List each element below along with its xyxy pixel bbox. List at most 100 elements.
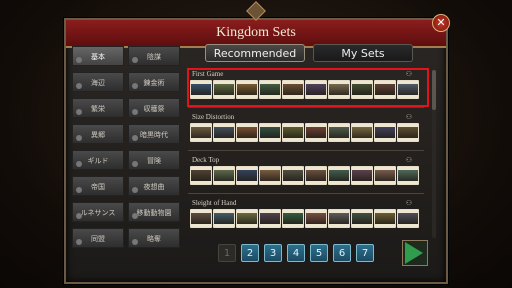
sidebar-item-14[interactable]: 同盟 <box>72 228 124 248</box>
people-icon: ⚇ <box>405 70 412 78</box>
kingdom-card <box>259 123 281 142</box>
page-button-3[interactable]: 3 <box>264 244 282 262</box>
sidebar-item-1[interactable]: 陰謀 <box>128 46 180 66</box>
sidebar-item-12[interactable]: ルネサンス <box>72 202 124 222</box>
divider <box>188 150 424 151</box>
sidebar-item-8[interactable]: ギルド <box>72 150 124 170</box>
kingdom-card <box>397 80 419 99</box>
sidebar-item-label: 収穫祭 <box>143 105 165 113</box>
sidebar-item-label: 錬金術 <box>143 79 165 87</box>
kingdom-card <box>328 166 350 185</box>
sidebar-item-15[interactable]: 略奪 <box>128 228 180 248</box>
kingdom-card <box>282 123 304 142</box>
page-button-7[interactable]: 7 <box>356 244 374 262</box>
lock-icon <box>132 213 138 219</box>
kingdom-set-row[interactable]: Deck Top ⚇ <box>188 154 424 194</box>
lock-icon <box>132 239 138 245</box>
lock-icon <box>76 213 82 219</box>
sidebar-item-label: 基本 <box>91 53 105 61</box>
sidebar-item-7[interactable]: 暗黒時代 <box>128 124 180 144</box>
sidebar-item-label: 陰謀 <box>147 53 161 61</box>
next-arrow-icon <box>405 242 423 264</box>
pagination: 1234567 <box>218 244 374 262</box>
scroll-thumb[interactable] <box>432 70 436 110</box>
kingdom-card <box>190 123 212 142</box>
page-button-6[interactable]: 6 <box>333 244 351 262</box>
kingdom-card <box>305 209 327 228</box>
page-button-2[interactable]: 2 <box>241 244 259 262</box>
kingdom-card <box>328 209 350 228</box>
lock-icon <box>132 109 138 115</box>
kingdom-card <box>374 166 396 185</box>
kingdom-card <box>236 209 258 228</box>
kingdom-card <box>351 123 373 142</box>
sidebar-item-9[interactable]: 冒険 <box>128 150 180 170</box>
kingdom-set-row[interactable]: Sleight of Hand ⚇ <box>188 197 424 233</box>
sidebar-item-4[interactable]: 繁栄 <box>72 98 124 118</box>
kingdom-card <box>213 166 235 185</box>
kingdom-set-name: Sleight of Hand <box>192 199 237 207</box>
kingdom-set-row[interactable]: First Game ⚇ <box>188 68 424 108</box>
sidebar-item-2[interactable]: 海辺 <box>72 72 124 92</box>
kingdom-card <box>282 80 304 99</box>
lock-icon <box>132 135 138 141</box>
sidebar-item-11[interactable]: 夜想曲 <box>128 176 180 196</box>
divider <box>188 107 424 108</box>
kingdom-card <box>351 166 373 185</box>
tab-recommended[interactable]: Recommended <box>205 44 305 62</box>
page-button-4[interactable]: 4 <box>287 244 305 262</box>
kingdom-card <box>351 80 373 99</box>
page-button-5[interactable]: 5 <box>310 244 328 262</box>
kingdom-set-name: Size Distortion <box>192 113 235 121</box>
kingdom-card <box>282 209 304 228</box>
lock-icon <box>132 83 138 89</box>
sidebar-item-6[interactable]: 異郷 <box>72 124 124 144</box>
lock-icon <box>76 109 82 115</box>
kingdom-card <box>397 209 419 228</box>
kingdom-set-name: Deck Top <box>192 156 220 164</box>
sidebar-item-label: 移動動物園 <box>136 209 172 217</box>
kingdom-set-name: First Game <box>192 70 224 78</box>
kingdom-card <box>374 123 396 142</box>
close-button[interactable]: ✕ <box>432 14 450 32</box>
kingdom-card <box>374 80 396 99</box>
lock-icon <box>76 161 82 167</box>
kingdom-card <box>328 80 350 99</box>
kingdom-set-row[interactable]: Size Distortion ⚇ <box>188 111 424 151</box>
sidebar-item-10[interactable]: 帝国 <box>72 176 124 196</box>
lock-icon <box>76 83 82 89</box>
kingdom-card <box>397 166 419 185</box>
sidebar-item-13[interactable]: 移動動物園 <box>128 202 180 222</box>
kingdom-card <box>213 80 235 99</box>
sidebar-item-label: ルネサンス <box>80 209 116 217</box>
sidebar-item-3[interactable]: 錬金術 <box>128 72 180 92</box>
lock-icon <box>76 135 82 141</box>
kingdom-card <box>397 123 419 142</box>
sidebar-item-label: 繁栄 <box>91 105 105 113</box>
sidebar-item-0[interactable]: 基本 <box>72 46 124 66</box>
scrollbar[interactable] <box>432 70 436 238</box>
kingdom-card <box>305 80 327 99</box>
kingdom-card <box>282 166 304 185</box>
kingdom-card <box>374 209 396 228</box>
kingdom-card <box>190 209 212 228</box>
kingdom-card <box>190 80 212 99</box>
kingdom-card <box>259 80 281 99</box>
people-icon: ⚇ <box>405 199 412 207</box>
lock-icon <box>132 161 138 167</box>
card-strip <box>190 80 419 99</box>
lock-icon <box>76 187 82 193</box>
page-button-1[interactable]: 1 <box>218 244 236 262</box>
dialog-title: Kingdom Sets <box>216 25 296 40</box>
kingdom-card <box>236 123 258 142</box>
card-strip <box>190 209 419 228</box>
kingdom-card <box>351 209 373 228</box>
card-strip <box>190 123 419 142</box>
kingdom-card <box>328 123 350 142</box>
sidebar-item-label: ギルド <box>87 157 109 165</box>
kingdom-card <box>236 166 258 185</box>
sidebar-item-label: 海辺 <box>91 79 105 87</box>
kingdom-card <box>259 166 281 185</box>
sidebar-item-5[interactable]: 収穫祭 <box>128 98 180 118</box>
tab-my-sets[interactable]: My Sets <box>313 44 413 62</box>
